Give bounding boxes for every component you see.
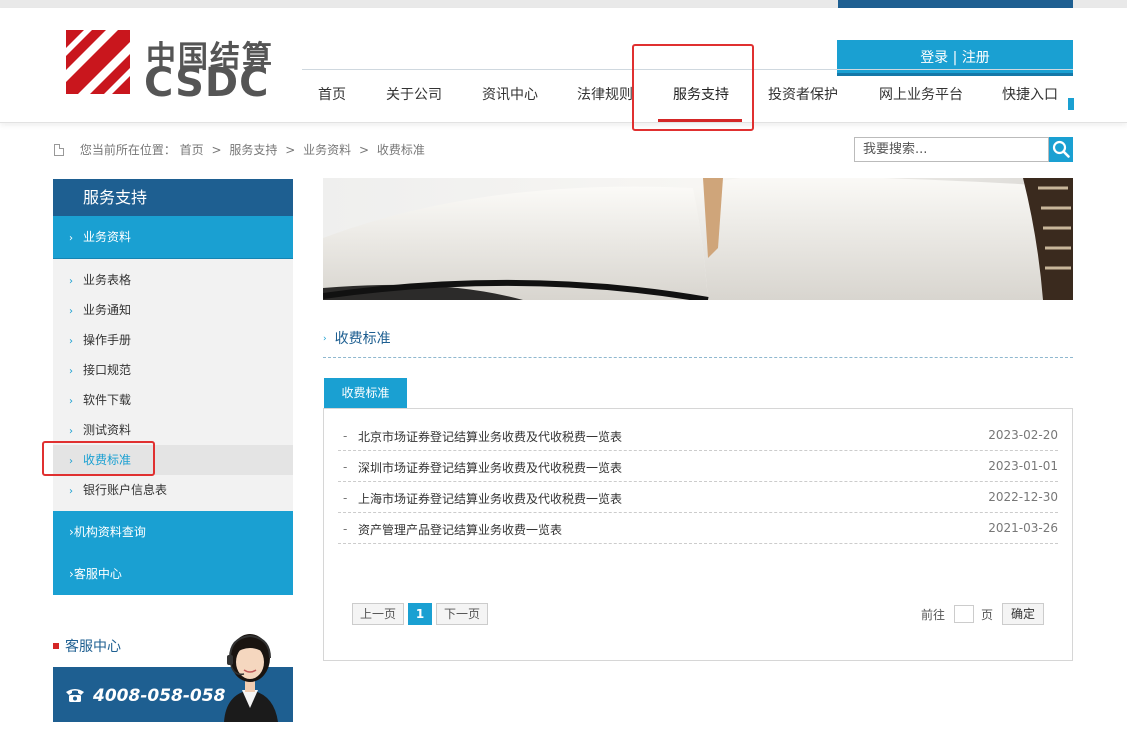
breadcrumb: 您当前所在位置： 首页 > 服务支持 > 业务资料 > 收费标准 — [54, 141, 425, 158]
search-button[interactable] — [1049, 137, 1073, 162]
login-link[interactable]: 登录 — [920, 50, 948, 66]
nav-item-rules[interactable]: 法律规则 — [577, 76, 633, 114]
sidebar-item-label: 软件下载 — [83, 393, 132, 407]
chevron-right-icon: › — [69, 276, 73, 287]
list-bullet: - — [343, 429, 348, 443]
list-item-link[interactable]: 资产管理产品登记结算业务收费一览表 — [358, 521, 562, 538]
nav-item-quick-links[interactable]: 快捷入口 — [1002, 76, 1058, 114]
top-strip-accent — [838, 0, 1073, 8]
highlight-box-sidebar — [42, 441, 155, 476]
chevron-right-icon: › — [69, 233, 73, 244]
sidebar-section-label: 客服中心 — [73, 567, 122, 581]
chevron-right-icon: › — [69, 396, 73, 407]
sidebar-item-label: 业务通知 — [83, 303, 132, 317]
document-icon — [54, 144, 64, 156]
breadcrumb-sep: > — [211, 143, 222, 157]
nav-item-online-platform[interactable]: 网上业务平台 — [879, 76, 963, 114]
sidebar-section-label: 机构资料查询 — [73, 525, 146, 539]
sidebar-item-interface-specs[interactable]: › 接口规范 — [53, 355, 293, 385]
list-item-date: 2021-03-26 — [988, 521, 1058, 535]
csdc-logo[interactable]: 中国结算 CSDC — [66, 30, 276, 110]
breadcrumb-service[interactable]: 服务支持 — [229, 143, 277, 157]
sidebar-item-label: 接口规范 — [83, 363, 132, 377]
chevron-right-icon: › — [69, 486, 73, 497]
list-item-link[interactable]: 深圳市场证券登记结算业务收费及代收税费一览表 — [358, 459, 622, 476]
list-item-date: 2023-02-20 — [988, 428, 1058, 442]
breadcrumb-sep: > — [358, 143, 370, 157]
breadcrumb-prefix: 您当前所在位置： — [79, 143, 176, 157]
nav-item-news[interactable]: 资讯中心 — [482, 76, 538, 114]
customer-service-label: 客服中心 — [65, 639, 121, 655]
list-item-date: 2023-01-01 — [988, 459, 1058, 473]
red-square-icon — [53, 643, 59, 649]
sidebar-item-label: 业务表格 — [83, 273, 132, 287]
chevron-right-icon: › — [69, 366, 73, 377]
list-item: - 深圳市场证券登记结算业务收费及代收税费一览表 2023-01-01 — [338, 451, 1058, 482]
sidebar-item-software-download[interactable]: › 软件下载 — [53, 385, 293, 415]
sidebar-section-business-data[interactable]: › 业务资料 — [53, 216, 293, 259]
list-item: - 上海市场证券登记结算业务收费及代收税费一览表 2022-12-30 — [338, 482, 1058, 513]
register-link[interactable]: 注册 — [962, 50, 990, 66]
nav-item-about[interactable]: 关于公司 — [386, 76, 442, 114]
search-icon — [1052, 140, 1070, 158]
nav-item-investor-protection[interactable]: 投资者保护 — [768, 76, 838, 114]
chevron-right-icon: › — [69, 336, 73, 347]
list-bullet: - — [343, 460, 348, 474]
list-item: - 北京市场证券登记结算业务收费及代收税费一览表 2023-02-20 — [338, 420, 1058, 451]
search-box — [854, 137, 1073, 162]
sidebar-item-notices[interactable]: › 业务通知 — [53, 295, 293, 325]
list-item: - 资产管理产品登记结算业务收费一览表 2021-03-26 — [338, 513, 1058, 544]
list-item-link[interactable]: 北京市场证券登记结算业务收费及代收税费一览表 — [358, 428, 622, 445]
logo-english-text: CSDC — [144, 60, 270, 106]
bookmark-icon — [1068, 98, 1074, 110]
page-unit-label: 页 — [981, 608, 994, 622]
content-section-title: › 收费标准 — [323, 328, 1073, 358]
csdc-logo-mark-icon — [66, 30, 130, 94]
list-item-date: 2022-12-30 — [988, 490, 1058, 504]
list-item-link[interactable]: 上海市场证券登记结算业务收费及代收税费一览表 — [358, 490, 622, 507]
customer-service-agent-image — [224, 634, 278, 722]
highlight-box-nav — [632, 44, 754, 131]
tab-fee-standards[interactable]: 收费标准 — [324, 378, 407, 408]
breadcrumb-sep: > — [285, 143, 296, 157]
sidebar-item-forms[interactable]: › 业务表格 — [53, 265, 293, 295]
sidebar-section-customer-service[interactable]: ›客服中心 — [53, 553, 293, 595]
breadcrumb-home[interactable]: 首页 — [180, 143, 204, 157]
sidebar-title: 服务支持 — [53, 179, 293, 216]
chevron-right-icon: › — [69, 306, 73, 317]
page-number-input[interactable] — [954, 605, 974, 623]
sidebar: 服务支持 › 业务资料 › 业务表格 › 业务通知 › 操作手册 › 接口规范 › 软件下载… — [53, 179, 293, 595]
sidebar-item-bank-accounts[interactable]: › 银行账户信息表 — [53, 475, 293, 505]
sidebar-item-label: 操作手册 — [83, 333, 132, 347]
nav-item-home[interactable]: 首页 — [318, 76, 346, 114]
breadcrumb-business-data[interactable]: 业务资料 — [303, 143, 351, 157]
list-bullet: - — [343, 491, 348, 505]
breadcrumb-current: 收费标准 — [376, 143, 425, 157]
sidebar-item-manuals[interactable]: › 操作手册 — [53, 325, 293, 355]
top-strip — [0, 0, 1127, 15]
next-page-button[interactable]: 下一页 — [436, 603, 488, 625]
banner-book-image — [323, 178, 1073, 300]
section-title-text: 收费标准 — [334, 331, 391, 347]
list-bullet: - — [343, 522, 348, 536]
sidebar-section-institution-query[interactable]: ›机构资料查询 — [53, 511, 293, 553]
login-register-bar: 登录 | 注册 — [837, 40, 1073, 76]
sidebar-item-label: 测试资料 — [83, 423, 132, 437]
fee-document-list: - 北京市场证券登记结算业务收费及代收税费一览表 2023-02-20 - 深圳… — [338, 420, 1058, 544]
sidebar-section-label: 业务资料 — [83, 230, 132, 244]
confirm-page-button[interactable]: 确定 — [1002, 603, 1044, 625]
search-input[interactable] — [854, 137, 1049, 162]
customer-service-title: 客服中心 — [53, 636, 121, 656]
login-separator: | — [952, 50, 958, 66]
phone-icon — [66, 689, 84, 702]
goto-label: 前往 — [921, 608, 946, 622]
sidebar-item-label: 银行账户信息表 — [83, 483, 168, 497]
prev-page-button[interactable]: 上一页 — [352, 603, 404, 625]
current-page-button[interactable]: 1 — [408, 603, 432, 625]
chevron-right-icon: › — [323, 334, 327, 344]
